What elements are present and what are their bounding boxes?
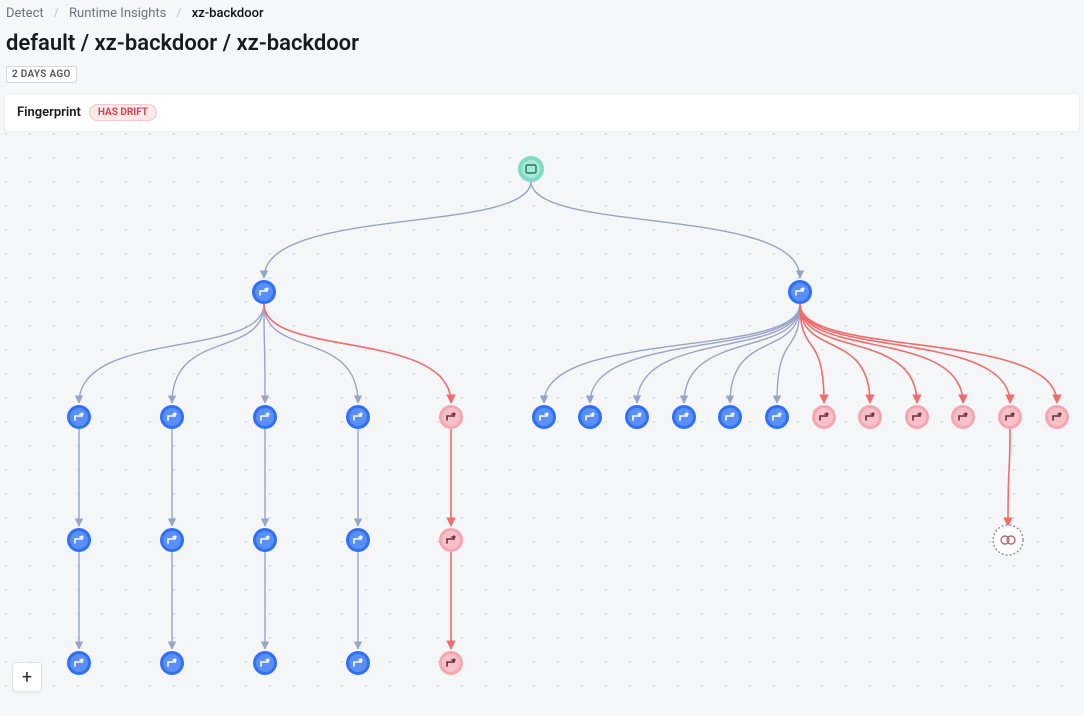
graph-node-R4[interactable]: [672, 405, 696, 429]
graph-node-L5b[interactable]: [439, 528, 463, 552]
graph-node-R9[interactable]: [905, 405, 929, 429]
graph-node-L2b[interactable]: [160, 528, 184, 552]
graph-node-R8[interactable]: [858, 405, 882, 429]
graph-node-R1[interactable]: [532, 405, 556, 429]
graph-node-R5[interactable]: [718, 405, 742, 429]
graph-node-L1b[interactable]: [67, 528, 91, 552]
graph-node-L5a[interactable]: [439, 405, 463, 429]
graph-node-R11[interactable]: [998, 405, 1022, 429]
zoom-in-button[interactable]: +: [12, 662, 42, 692]
graph-node-L3a[interactable]: [253, 405, 277, 429]
timestamp-badge: 2 DAYS AGO: [6, 66, 77, 83]
graph-canvas-wrap: +: [4, 132, 1080, 696]
graph-node-L2a[interactable]: [160, 405, 184, 429]
graph-node-R10[interactable]: [951, 405, 975, 429]
graph-node-L1c[interactable]: [67, 651, 91, 675]
graph-node-L5c[interactable]: [439, 651, 463, 675]
breadcrumb-separator: /: [176, 6, 181, 21]
graph-node-L4a[interactable]: [346, 405, 370, 429]
graph-node-root[interactable]: [518, 156, 544, 182]
graph-node-RD[interactable]: [993, 525, 1023, 555]
graph-node-L[interactable]: [252, 280, 276, 304]
breadcrumb-item-runtime-insights[interactable]: Runtime Insights: [69, 6, 166, 21]
breadcrumb: Detect / Runtime Insights / xz-backdoor: [6, 6, 1078, 29]
graph-node-L3c[interactable]: [253, 651, 277, 675]
graph-node-R7[interactable]: [812, 405, 836, 429]
page-title: default / xz-backdoor / xz-backdoor: [6, 29, 1078, 62]
graph-node-R[interactable]: [788, 280, 812, 304]
page-header: Detect / Runtime Insights / xz-backdoor …: [0, 0, 1084, 93]
graph-node-L1a[interactable]: [67, 405, 91, 429]
tabbar: Fingerprint HAS DRIFT: [4, 93, 1080, 132]
breadcrumb-separator: /: [54, 6, 59, 21]
graph-node-R6[interactable]: [765, 405, 789, 429]
graph-node-L3b[interactable]: [253, 528, 277, 552]
graph-node-R3[interactable]: [625, 405, 649, 429]
graph-node-L4c[interactable]: [346, 651, 370, 675]
graph-node-R12[interactable]: [1045, 405, 1069, 429]
graph-canvas[interactable]: [4, 132, 1080, 696]
graph-node-L2c[interactable]: [160, 651, 184, 675]
drift-badge: HAS DRIFT: [89, 104, 157, 121]
breadcrumb-item-detect[interactable]: Detect: [6, 6, 44, 21]
graph-node-R2[interactable]: [578, 405, 602, 429]
tab-fingerprint[interactable]: Fingerprint: [17, 105, 81, 120]
graph-node-L4b[interactable]: [346, 528, 370, 552]
breadcrumb-item-current[interactable]: xz-backdoor: [192, 6, 264, 21]
